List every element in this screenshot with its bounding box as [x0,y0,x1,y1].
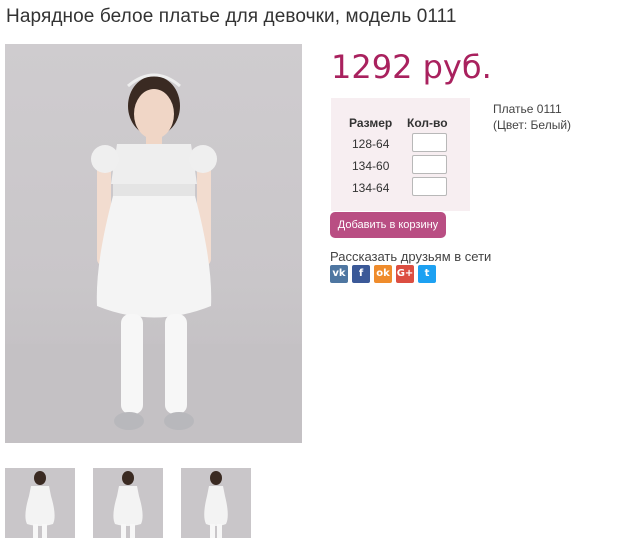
product-note: Платье 0111 (Цвет: Белый) [493,101,571,133]
quantity-input[interactable] [412,133,447,152]
quantity-column-header: Кол-во [407,116,448,130]
quantity-input[interactable] [412,177,447,196]
odnoklassniki-icon[interactable]: ok [374,265,392,283]
product-price: 1292 руб. [331,48,492,86]
size-quantity-table: Размер Кол-во 128-64 134-60 134-64 [331,98,470,211]
twitter-icon[interactable]: t [418,265,436,283]
product-thumbnail[interactable] [5,468,75,538]
size-label: 134-64 [352,181,390,195]
product-thumbnail[interactable] [93,468,163,538]
size-column-header: Размер [349,116,393,130]
share-label: Рассказать друзьям в сети [330,249,492,264]
size-label: 128-64 [352,137,390,151]
product-model: Платье 0111 [493,102,562,116]
product-thumbnail[interactable] [181,468,251,538]
product-color: (Цвет: Белый) [493,118,572,132]
page-title: Нарядное белое платье для девочки, модел… [6,6,457,27]
main-product-photo [5,44,302,443]
size-label: 134-60 [352,159,390,173]
google-plus-icon[interactable]: G+ [396,265,414,283]
facebook-icon[interactable]: f [352,265,370,283]
add-to-cart-button[interactable]: Добавить в корзину [330,212,446,238]
vk-icon[interactable]: vk [330,265,348,283]
quantity-input[interactable] [412,155,447,174]
